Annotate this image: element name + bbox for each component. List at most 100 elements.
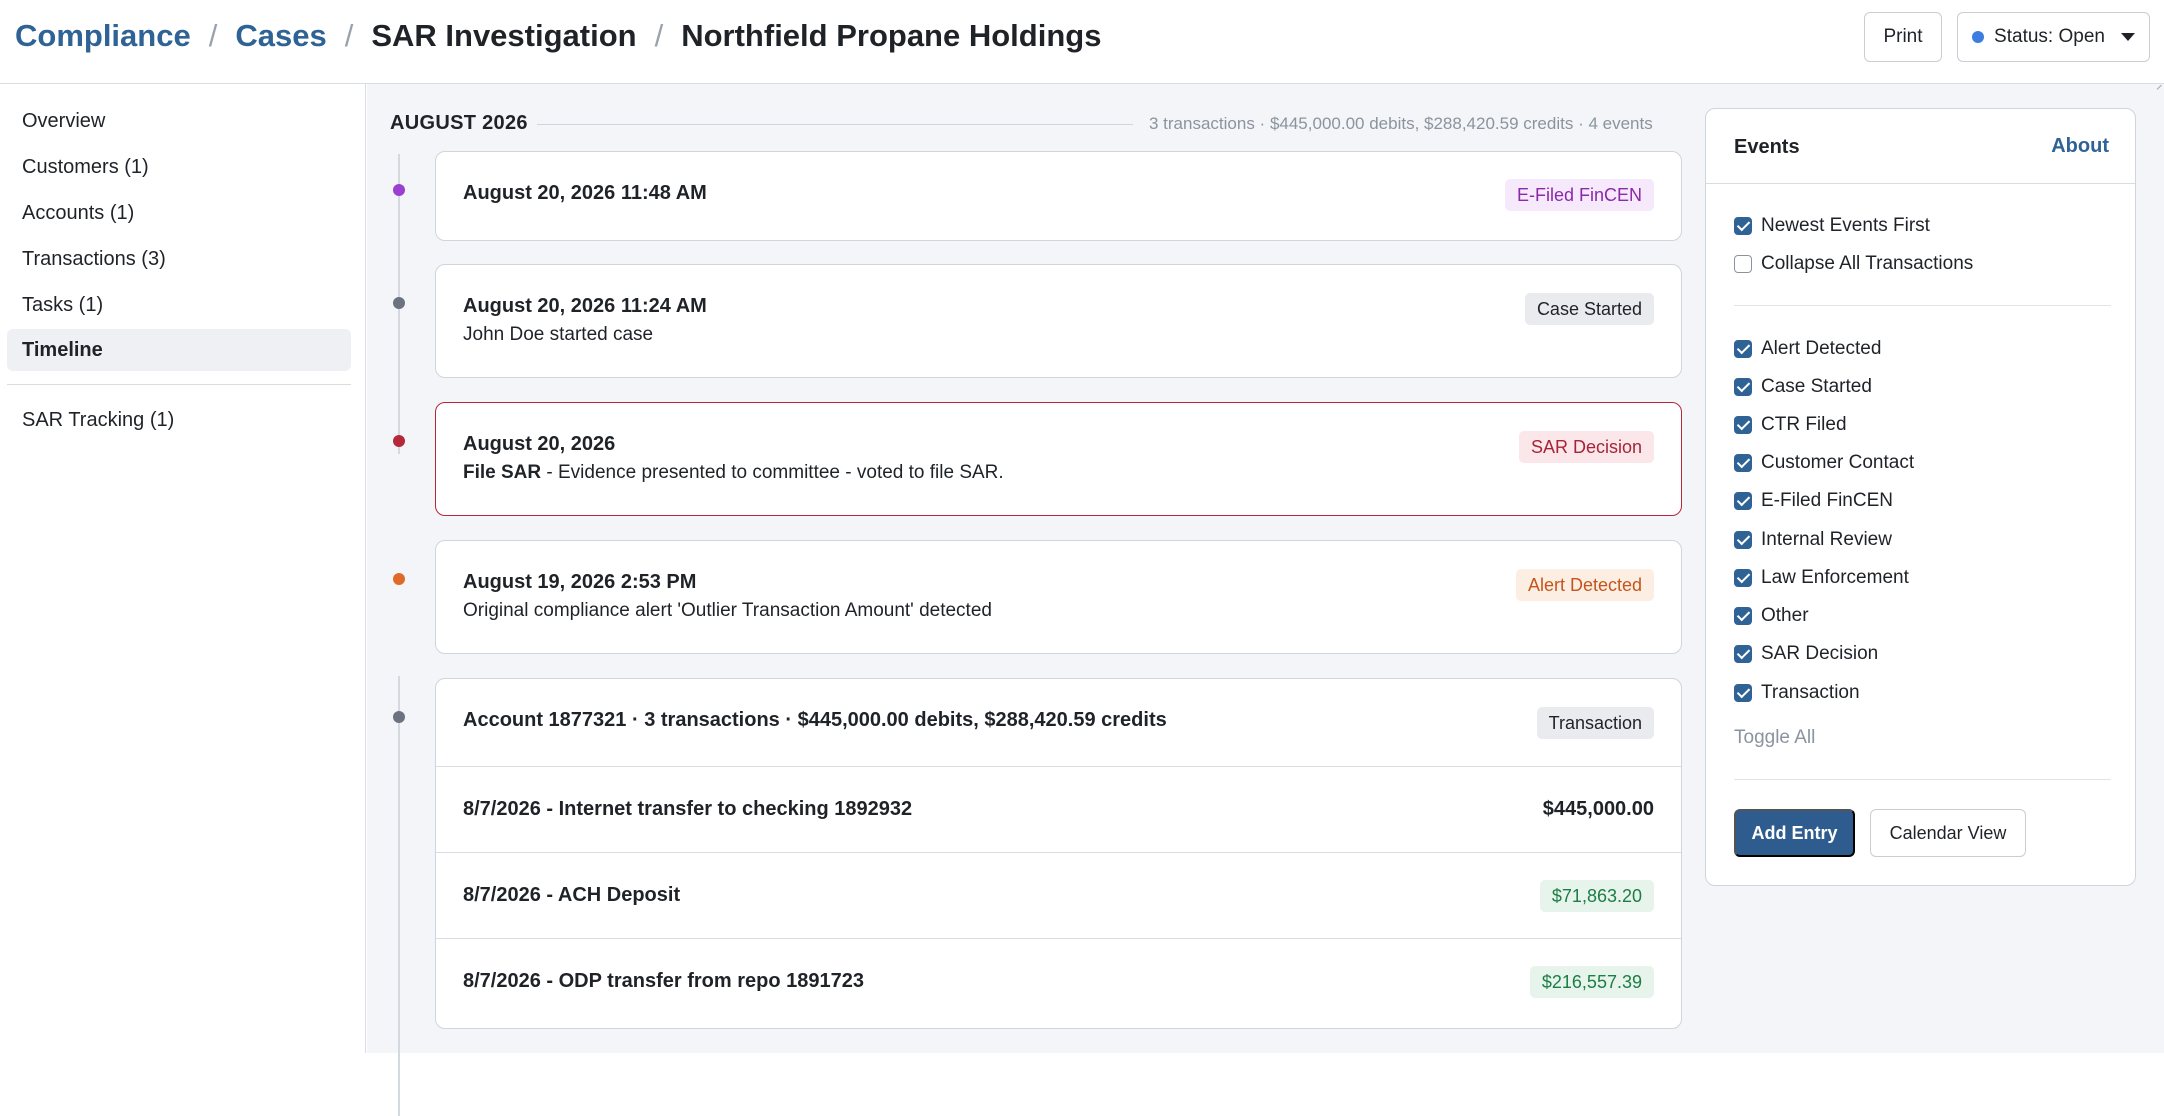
- breadcrumb-cases[interactable]: Cases: [235, 18, 326, 54]
- event-description: Original compliance alert 'Outlier Trans…: [463, 600, 992, 621]
- month-summary: 3 transactions · $445,000.00 debits, $28…: [1149, 114, 1653, 133]
- transaction-group-card[interactable]: Account 1877321 · 3 transactions · $445,…: [435, 678, 1682, 1029]
- timeline-event-card[interactable]: August 20, 2026 File SAR - Evidence pres…: [435, 402, 1682, 516]
- sidebar-item-timeline[interactable]: Timeline: [7, 329, 351, 371]
- transaction-label: 8/7/2026 - Internet transfer to checking…: [463, 798, 913, 820]
- filter-label: Other: [1761, 605, 1809, 626]
- transaction-amount: $71,863.20: [1539, 880, 1654, 912]
- checkbox-checked[interactable]: [1734, 607, 1752, 625]
- toggle-all-link[interactable]: Toggle All: [1734, 727, 1815, 749]
- event-type-badge: Transaction: [1536, 707, 1654, 739]
- checkbox-checked[interactable]: [1734, 569, 1752, 587]
- breadcrumb-sar-investigation: SAR Investigation: [371, 18, 637, 53]
- filter-case-started[interactable]: Case Started: [1734, 374, 1872, 400]
- calendar-view-button[interactable]: Calendar View: [1870, 809, 2026, 857]
- caret-down-icon: [2120, 33, 2135, 41]
- page-header: Compliance / Cases / SAR Investigation /…: [0, 0, 2164, 84]
- filter-other[interactable]: Other: [1734, 603, 1809, 629]
- panel-divider: [1734, 779, 2111, 780]
- timeline-event-card[interactable]: August 19, 2026 2:53 PM Original complia…: [435, 540, 1682, 654]
- option-label: Collapse All Transactions: [1761, 253, 1974, 274]
- checkbox-checked[interactable]: [1734, 684, 1752, 702]
- timeline-dot: [393, 573, 405, 585]
- filter-label: E-Filed FinCEN: [1761, 490, 1893, 511]
- sidebar-item-transactions[interactable]: Transactions (3): [7, 238, 351, 280]
- sidebar-item-sar-tracking[interactable]: SAR Tracking (1): [7, 399, 351, 441]
- transaction-row[interactable]: 8/7/2026 - Internet transfer to checking…: [436, 766, 1681, 852]
- transaction-row[interactable]: 8/7/2026 - ODP transfer from repo 189172…: [436, 938, 1681, 1028]
- sidebar: Overview Customers (1) Accounts (1) Tran…: [0, 84, 366, 1053]
- checkbox-checked[interactable]: [1734, 378, 1752, 396]
- timeline-dot: [393, 297, 405, 309]
- transaction-row[interactable]: 8/7/2026 - ACH Deposit $71,863.20: [436, 852, 1681, 938]
- timeline-dot: [393, 711, 405, 723]
- checkbox-checked[interactable]: [1734, 340, 1752, 358]
- page-title: Northfield Propane Holdings: [681, 18, 1102, 53]
- sidebar-item-overview[interactable]: Overview: [7, 100, 351, 142]
- status-dropdown[interactable]: Status: Open: [1957, 12, 2150, 62]
- option-collapse-transactions[interactable]: Collapse All Transactions: [1734, 251, 1973, 277]
- filter-transaction[interactable]: Transaction: [1734, 680, 1860, 706]
- checkbox-checked[interactable]: [1734, 217, 1752, 235]
- about-link[interactable]: About: [2051, 135, 2109, 158]
- checkbox-checked[interactable]: [1734, 492, 1752, 510]
- event-title: August 20, 2026: [463, 433, 616, 455]
- event-title: August 20, 2026 11:48 AM: [463, 182, 707, 204]
- filter-label: Law Enforcement: [1761, 567, 1909, 588]
- event-type-badge: Alert Detected: [1515, 569, 1654, 601]
- filter-internal-review[interactable]: Internal Review: [1734, 527, 1892, 553]
- checkbox-checked[interactable]: [1734, 416, 1752, 434]
- event-type-badge: E-Filed FinCEN: [1504, 179, 1654, 211]
- timeline-dot: [393, 435, 405, 447]
- filter-label: Case Started: [1761, 376, 1872, 397]
- event-description-text: - Evidence presented to committee - vote…: [541, 462, 1004, 483]
- timeline-event-card[interactable]: August 20, 2026 11:24 AM John Doe starte…: [435, 264, 1682, 378]
- events-panel-title: Events: [1734, 136, 1800, 158]
- timeline-rail: [398, 676, 400, 1116]
- event-description-bold: File SAR: [463, 462, 542, 483]
- print-button[interactable]: Print: [1864, 12, 1942, 62]
- event-type-badge: SAR Decision: [1518, 431, 1654, 463]
- sidebar-item-tasks[interactable]: Tasks (1): [7, 284, 351, 326]
- checkbox-unchecked[interactable]: [1734, 255, 1752, 273]
- breadcrumb-separator: /: [344, 18, 354, 53]
- filter-alert-detected[interactable]: Alert Detected: [1734, 336, 1881, 362]
- panel-divider: [1734, 305, 2111, 306]
- breadcrumb-separator: /: [654, 18, 664, 53]
- filter-law-enforcement[interactable]: Law Enforcement: [1734, 565, 1909, 591]
- sidebar-divider: [7, 384, 351, 385]
- breadcrumb-compliance[interactable]: Compliance: [15, 18, 191, 54]
- event-description: John Doe started case: [463, 324, 654, 345]
- transaction-amount: $216,557.39: [1529, 966, 1654, 998]
- transaction-amount: $445,000.00: [1542, 798, 1654, 820]
- transaction-group-title: Account 1877321 · 3 transactions · $445,…: [463, 709, 1167, 731]
- month-divider: [537, 124, 1133, 125]
- option-newest-first[interactable]: Newest Events First: [1734, 213, 1930, 239]
- checkbox-checked[interactable]: [1734, 531, 1752, 549]
- filter-label: Internal Review: [1761, 529, 1892, 550]
- filter-label: Alert Detected: [1761, 338, 1882, 359]
- option-label: Newest Events First: [1761, 215, 1930, 236]
- checkbox-checked[interactable]: [1734, 454, 1752, 472]
- filter-customer-contact[interactable]: Customer Contact: [1734, 450, 1914, 476]
- sidebar-item-accounts[interactable]: Accounts (1): [7, 192, 351, 234]
- event-title: August 19, 2026 2:53 PM: [463, 571, 697, 593]
- filter-efiled-fincen[interactable]: E-Filed FinCEN: [1734, 488, 1893, 514]
- add-entry-button[interactable]: Add Entry: [1734, 809, 1855, 857]
- filter-sar-decision[interactable]: SAR Decision: [1734, 641, 1878, 667]
- filter-ctr-filed[interactable]: CTR Filed: [1734, 412, 1847, 438]
- event-title: August 20, 2026 11:24 AM: [463, 295, 707, 317]
- filter-label: Customer Contact: [1761, 452, 1915, 473]
- timeline-dot: [393, 184, 405, 196]
- breadcrumb: Compliance / Cases / SAR Investigation /…: [15, 18, 1101, 54]
- sidebar-item-customers[interactable]: Customers (1): [7, 146, 351, 188]
- timeline-event-card[interactable]: August 20, 2026 11:48 AM E-Filed FinCEN: [435, 151, 1682, 241]
- month-heading: AUGUST 2026: [390, 112, 528, 134]
- events-filter-panel: Events About Newest Events First Collaps…: [1705, 108, 2136, 886]
- filter-label: CTR Filed: [1761, 414, 1847, 435]
- filter-label: SAR Decision: [1761, 643, 1879, 664]
- checkbox-checked[interactable]: [1734, 645, 1752, 663]
- event-type-badge: Case Started: [1524, 293, 1654, 325]
- transaction-label: 8/7/2026 - ODP transfer from repo 189172…: [463, 970, 864, 992]
- breadcrumb-separator: /: [208, 18, 218, 53]
